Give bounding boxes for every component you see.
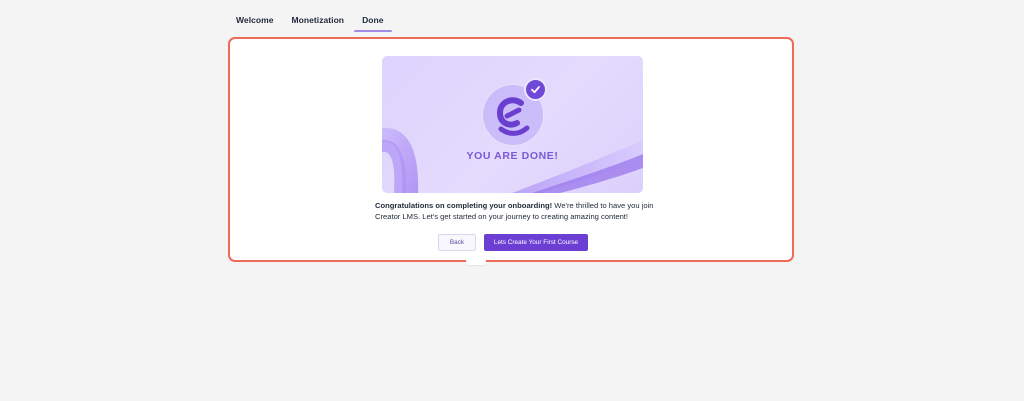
tab-welcome[interactable]: Welcome	[228, 0, 282, 32]
tab-monetization[interactable]: Monetization	[284, 0, 353, 32]
banner-title: YOU ARE DONE!	[466, 150, 559, 162]
congrats-message-bold: Congratulations on completing your onboa…	[375, 201, 553, 210]
card-bottom-tab	[466, 259, 486, 265]
tab-done[interactable]: Done	[354, 0, 392, 32]
create-first-course-button[interactable]: Lets Create Your First Course	[484, 234, 588, 251]
step-tabs: Welcome Monetization Done	[228, 0, 394, 32]
checkmark-icon	[531, 86, 540, 94]
completion-banner: YOU ARE DONE!	[382, 56, 643, 193]
back-button[interactable]: Back	[438, 234, 476, 251]
congrats-message: Congratulations on completing your onboa…	[375, 200, 655, 222]
check-badge	[524, 78, 547, 101]
onboarding-done-card: YOU ARE DONE! Congratulations on complet…	[228, 37, 794, 262]
